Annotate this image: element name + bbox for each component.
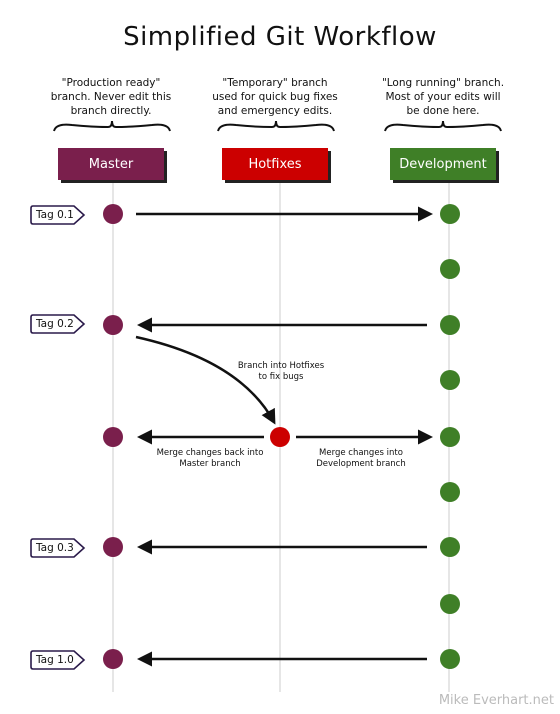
label-line: Branch into Hotfixes xyxy=(237,361,325,371)
label-line: Master branch xyxy=(179,459,241,469)
master-commit-dot xyxy=(103,537,123,557)
arrows-layer xyxy=(135,206,433,667)
development-commit-dot xyxy=(440,370,460,390)
development-commit-dot xyxy=(440,537,460,557)
master-commit-dot xyxy=(103,427,123,447)
master-commit-dot xyxy=(103,649,123,669)
label-line: Development branch xyxy=(316,459,406,469)
hotfix-commit-dot xyxy=(270,427,290,447)
development-commit-dot xyxy=(440,427,460,447)
credit-text: Mike Everhart.net xyxy=(438,693,554,708)
development-commit-dot xyxy=(440,315,460,335)
development-commit-dot xyxy=(440,482,460,502)
master-commit-dot xyxy=(103,204,123,224)
merge-to-master-label: Merge changes back into Master branch xyxy=(146,448,274,470)
merge-to-development-label: Merge changes into Development branch xyxy=(300,448,422,470)
master-commit-dot xyxy=(103,315,123,335)
development-commit-dot xyxy=(440,204,460,224)
label-line: to fix bugs xyxy=(258,372,304,382)
development-commit-dot xyxy=(440,649,460,669)
label-line: Merge changes into xyxy=(319,448,403,458)
label-line: Merge changes back into xyxy=(156,448,264,458)
branch-into-hotfixes-label: Branch into Hotfixes to fix bugs xyxy=(226,361,336,383)
development-commit-dot xyxy=(440,594,460,614)
development-commit-dot xyxy=(440,259,460,279)
